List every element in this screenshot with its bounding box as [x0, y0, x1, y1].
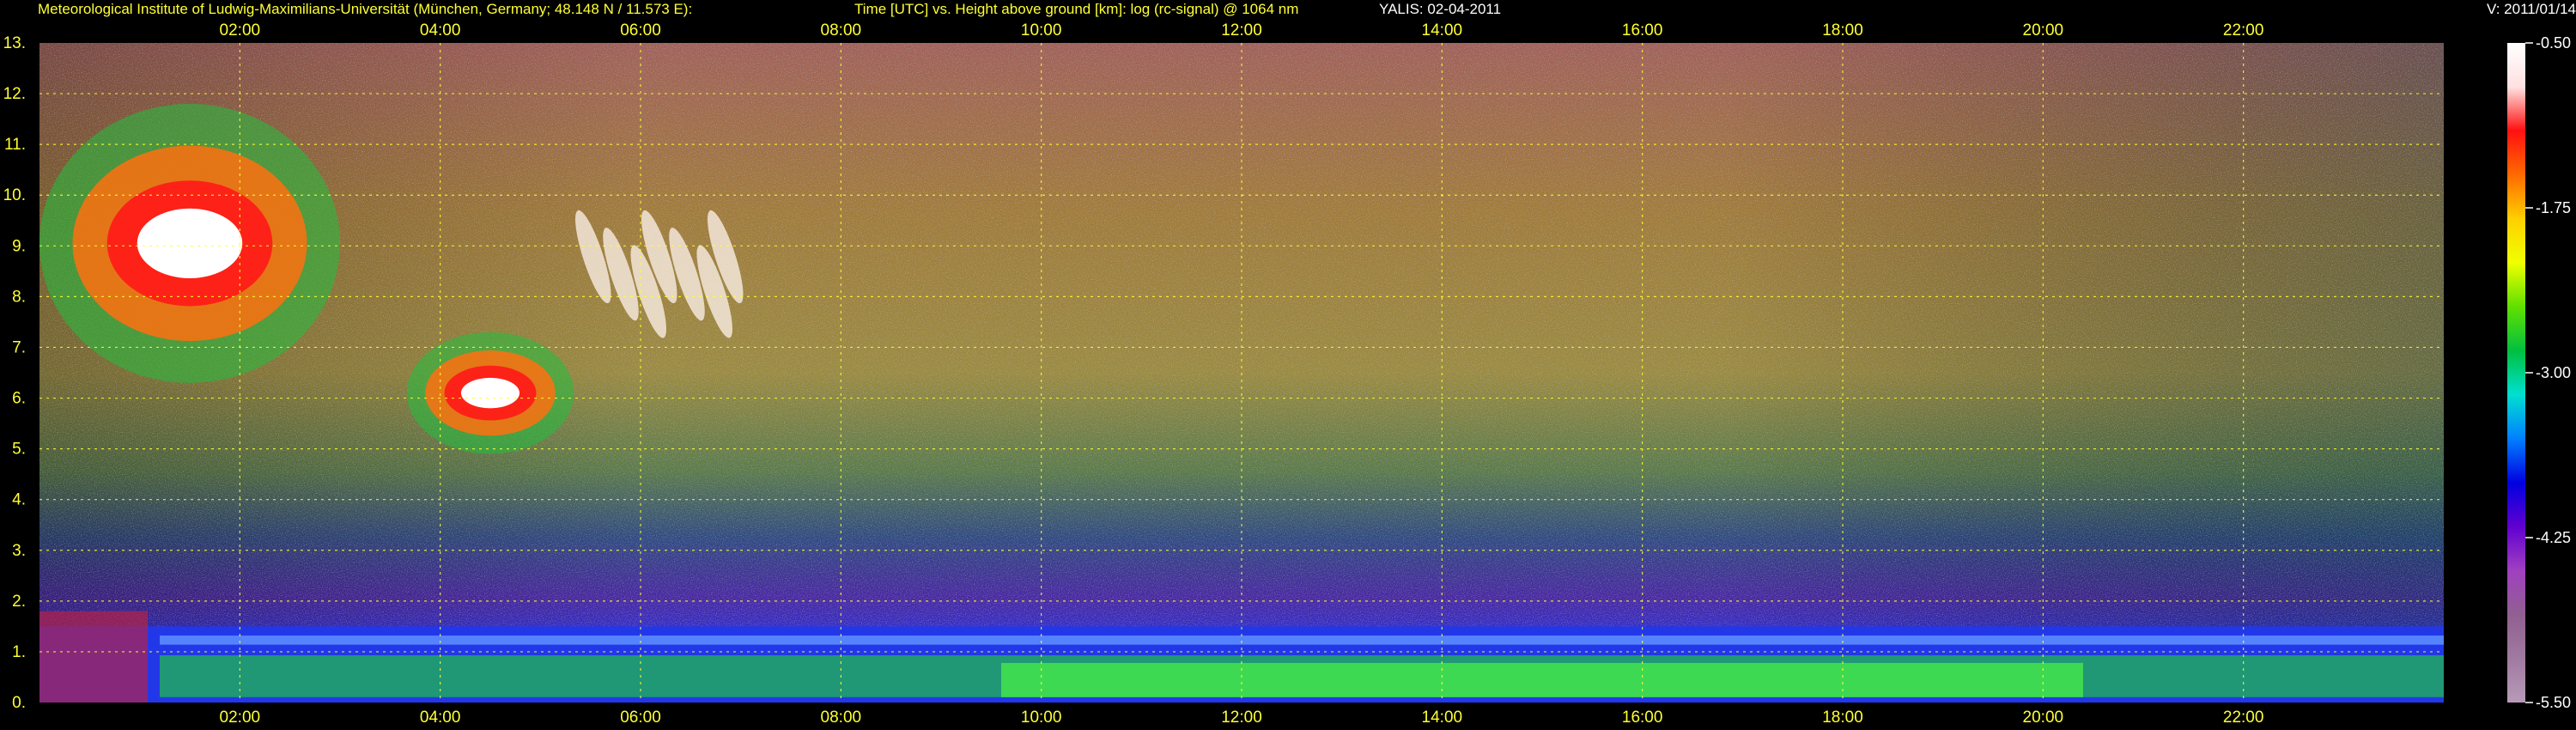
- lidar-chart: 02:00 04:00 06:00 08:00 10:00 12:00 14:00 16:00…: [3, 21, 2571, 727]
- y-tick-label: 7.: [12, 338, 26, 356]
- x-tick-label-bottom: 08:00: [821, 709, 862, 727]
- y-tick-label: 1.: [12, 643, 26, 661]
- institute-title: Meteorological Institute of Ludwig-Maxim…: [38, 1, 693, 17]
- colorbar-labels: -0.50 -1.75 -3.00 -4.25 -5.50: [2525, 34, 2571, 711]
- y-tick-label: 4.: [12, 491, 26, 509]
- x-tick-label-top: 22:00: [2223, 21, 2264, 40]
- y-tick-label: 11.: [4, 136, 26, 154]
- chart-description: Time [UTC] vs. Height above ground [km]:…: [854, 1, 1299, 17]
- colorbar-tick-label: -5.50: [2536, 694, 2571, 711]
- x-axis-top: 02:00 04:00 06:00 08:00 10:00 12:00 14:00 16:00…: [220, 21, 2264, 40]
- boundary-layer-dense-aerosol: [1001, 662, 2083, 697]
- colorbar-tick-label: -4.25: [2536, 529, 2571, 546]
- boundary-layer-start-anomaly: [39, 611, 148, 703]
- y-tick-label: 5.: [12, 441, 26, 459]
- x-tick-label-top: 16:00: [1622, 21, 1663, 40]
- low-cloud-saturated: [137, 208, 243, 278]
- x-tick-label-bottom: 20:00: [2023, 709, 2064, 727]
- y-axis: 0. 1. 2. 3. 4. 5. 6. 7. 8. 9. 10. 11. 12. 13.: [3, 34, 26, 712]
- colorbar-tick-label: -3.00: [2536, 364, 2571, 381]
- version-label: V: 2011/01/14: [2487, 1, 2576, 17]
- x-tick-label-bottom: 04:00: [420, 709, 461, 727]
- instrument-date: YALIS: 02-04-2011: [1379, 1, 1502, 17]
- x-tick-label-top: 04:00: [420, 21, 461, 40]
- x-tick-label-bottom: 16:00: [1622, 709, 1663, 727]
- x-tick-label-top: 06:00: [620, 21, 661, 40]
- x-tick-label-bottom: 22:00: [2223, 709, 2264, 727]
- colorbar-tick-label: -1.75: [2536, 199, 2571, 216]
- y-tick-label: 3.: [12, 542, 26, 560]
- mid-cloud-saturated: [460, 377, 520, 409]
- y-tick-label: 8.: [12, 288, 26, 306]
- y-tick-label: 12.: [3, 85, 26, 103]
- colorbar: [2507, 43, 2525, 703]
- x-tick-label-top: 18:00: [1822, 21, 1863, 40]
- x-tick-label-bottom: 12:00: [1221, 709, 1262, 727]
- x-tick-label-bottom: 10:00: [1021, 709, 1062, 727]
- colorbar-tick-label: -0.50: [2536, 34, 2571, 52]
- x-tick-label-top: 10:00: [1021, 21, 1062, 40]
- y-tick-label: 13.: [3, 34, 26, 52]
- y-tick-label: 6.: [12, 390, 26, 408]
- y-tick-label: 10.: [3, 186, 26, 204]
- x-tick-label-bottom: 06:00: [620, 709, 661, 727]
- plot-area: [39, 43, 2444, 703]
- x-tick-label-top: 12:00: [1221, 21, 1262, 40]
- y-tick-label: 9.: [12, 237, 26, 255]
- x-tick-label-top: 02:00: [220, 21, 261, 40]
- x-tick-label-top: 20:00: [2023, 21, 2064, 40]
- boundary-layer-upper-band: [160, 636, 2444, 645]
- y-tick-label: 2.: [12, 593, 26, 611]
- y-tick-label: 0.: [12, 694, 26, 712]
- x-tick-label-bottom: 18:00: [1822, 709, 1863, 727]
- x-tick-label-bottom: 02:00: [220, 709, 261, 727]
- x-tick-label-top: 08:00: [821, 21, 862, 40]
- x-axis-bottom: 02:00 04:00 06:00 08:00 10:00 12:00 14:00 16:00…: [220, 709, 2264, 727]
- x-tick-label-top: 14:00: [1422, 21, 1463, 40]
- x-tick-label-bottom: 14:00: [1422, 709, 1463, 727]
